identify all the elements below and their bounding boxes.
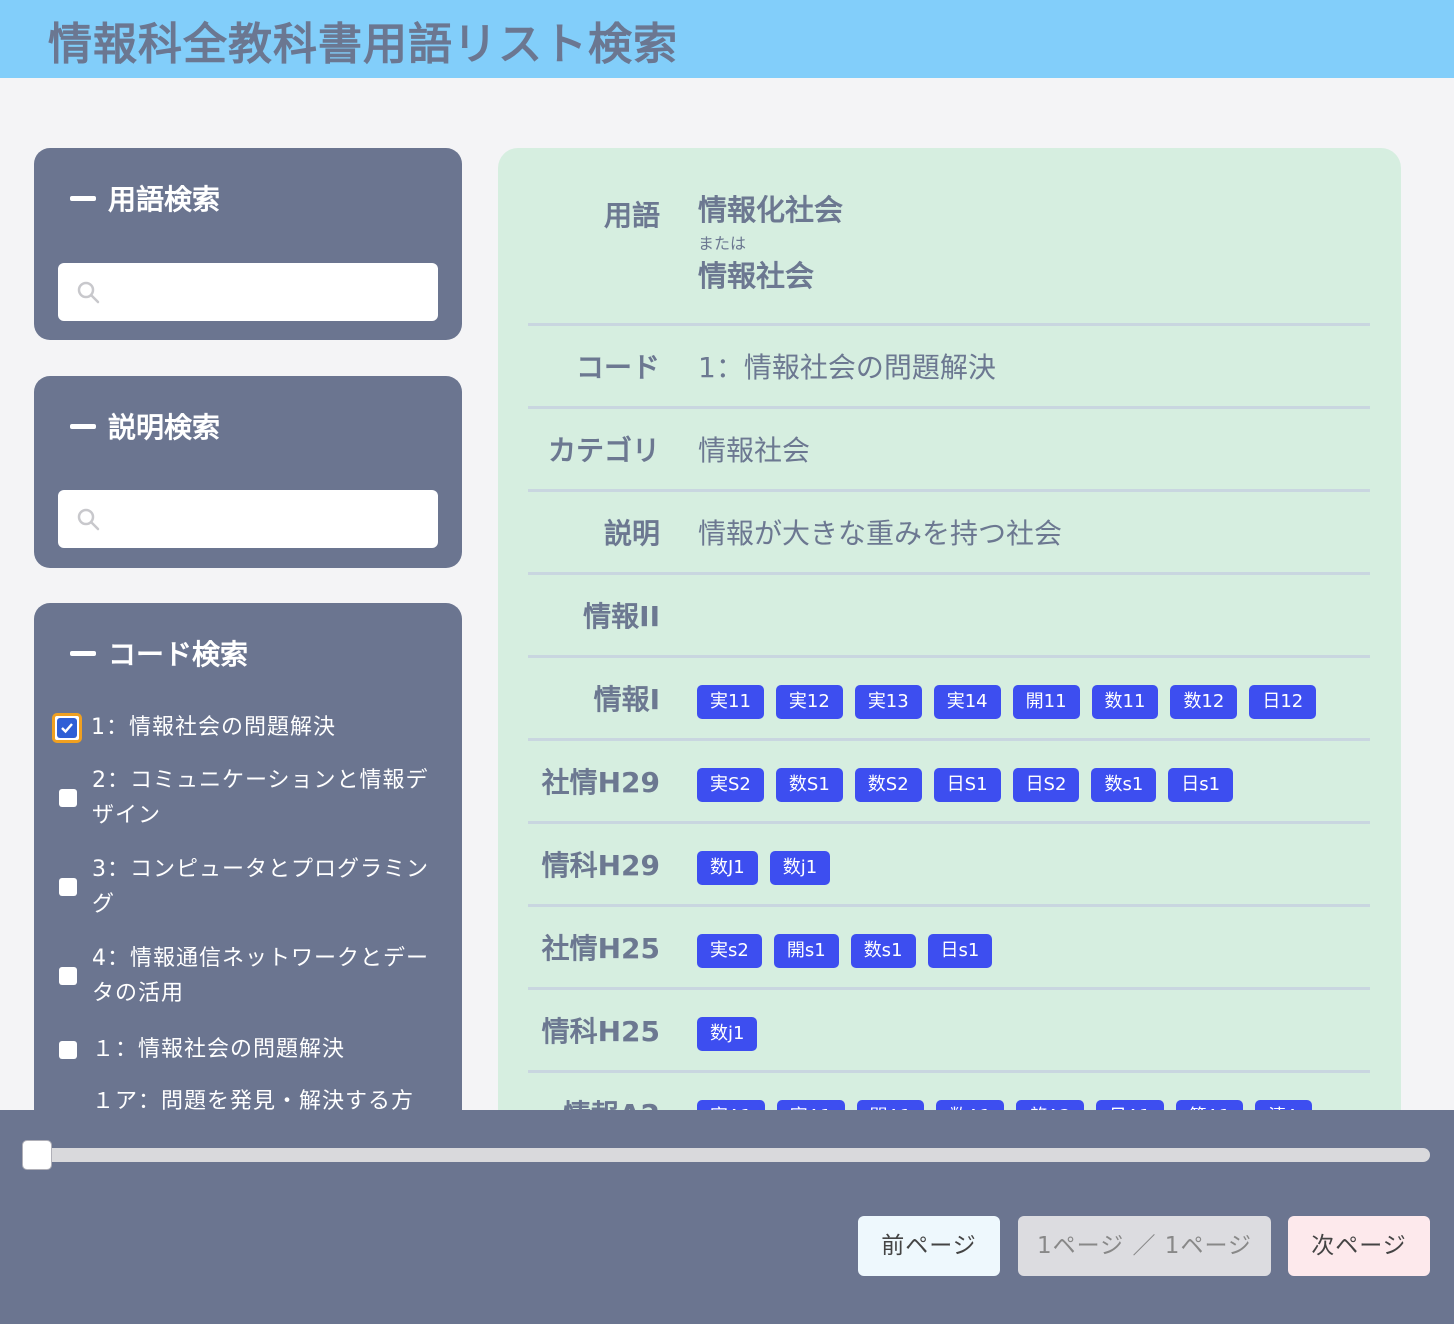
- code-row: コード 1：情報社会の問題解決: [528, 326, 1370, 409]
- textbook-label: 情科H29: [541, 849, 660, 882]
- textbook-tag[interactable]: 日S1: [933, 768, 1001, 802]
- textbook-tag[interactable]: 数j1: [769, 851, 831, 885]
- category-label: カテゴリ: [547, 434, 660, 467]
- textbook-row: 情報I 実11 実12 実13 実14 開11 数11 数12 日12: [528, 658, 1370, 741]
- code-item-2[interactable]: 2：コミュニケーションと情報デザイン: [52, 763, 452, 833]
- code-item-label: 4：情報通信ネットワークとデータの活用: [92, 946, 429, 1006]
- textbook-tag[interactable]: 数S1: [775, 768, 843, 802]
- textbook-tag[interactable]: 数12: [1170, 685, 1238, 719]
- textbook-tags: 数j1: [697, 1017, 758, 1051]
- desc-search-input[interactable]: [58, 490, 438, 548]
- code-search-toggle[interactable]: コード検索: [70, 633, 248, 673]
- textbook-row: 社情H29 実S2 数S1 数S2 日S1 日S2 数s1 日s1: [528, 741, 1370, 824]
- code-item-1[interactable]: 1：情報社会の問題解決: [52, 710, 452, 745]
- code-item-label: 1：情報社会の問題解決: [91, 715, 336, 740]
- desc-search-title: 説明検索: [108, 411, 221, 444]
- textbook-label: 情科H25: [541, 1015, 660, 1048]
- code-item-label: 2：コミュニケーションと情報デザイン: [92, 768, 429, 828]
- textbook-tag[interactable]: 実12: [775, 685, 843, 719]
- checkbox[interactable]: [59, 967, 77, 985]
- checkbox[interactable]: [59, 1040, 77, 1059]
- textbook-tag[interactable]: 開11: [1012, 685, 1080, 719]
- page-indicator: 1ページ ／ 1ページ: [1018, 1216, 1271, 1276]
- textbook-tags: 実S2 数S1 数S2 日S1 日S2 数s1 日s1: [697, 768, 1234, 802]
- term-detail-card: 用語 情報化社会 または 情報社会 コード 1：情報社会の問題解決 カテゴリ 情…: [498, 148, 1401, 1156]
- textbook-label: 社情H25: [541, 932, 660, 965]
- term-or: または: [698, 234, 747, 254]
- desc-search-panel: 説明検索: [34, 376, 462, 568]
- desc-value: 情報が大きな重みを持つ社会: [698, 517, 1063, 550]
- textbook-tag[interactable]: 日s1: [927, 934, 993, 968]
- desc-row: 説明 情報が大きな重みを持つ社会: [528, 492, 1370, 575]
- textbook-tag[interactable]: 実s2: [697, 934, 762, 968]
- textbook-label: 社情H29: [541, 766, 660, 799]
- term-search-panel: 用語検索: [34, 148, 462, 340]
- checkbox[interactable]: [59, 789, 77, 807]
- term-label: 用語: [603, 199, 660, 232]
- category-value: 情報社会: [698, 434, 811, 467]
- term-search-input[interactable]: [58, 263, 438, 321]
- textbook-label: 情報II: [583, 600, 660, 633]
- app-header: 情報科全教科書用語リスト検索: [0, 0, 1454, 78]
- textbook-tags: 実s2 開s1 数s1 日s1: [697, 934, 993, 968]
- textbook-tag[interactable]: 日s1: [1168, 768, 1234, 802]
- term-search-title: 用語検索: [108, 183, 221, 216]
- textbook-tags: 数J1 数j1: [697, 851, 831, 885]
- textbook-tag[interactable]: 数s1: [1091, 768, 1157, 802]
- textbook-tags: 実11 実12 実13 実14 開11 数11 数12 日12: [697, 685, 1317, 719]
- textbook-tag[interactable]: 数J1: [697, 851, 758, 885]
- term-alt: 情報社会: [698, 258, 815, 293]
- textbook-tag[interactable]: 数11: [1091, 685, 1159, 719]
- page-slider-thumb[interactable]: [22, 1140, 52, 1170]
- textbook-tag[interactable]: 数j1: [697, 1017, 758, 1051]
- textbook-row: 情科H25 数j1: [528, 990, 1370, 1073]
- code-search-title: コード検索: [108, 638, 249, 671]
- check-icon: [61, 722, 73, 733]
- textbook-row: 社情H25 実s2 開s1 数s1 日s1: [528, 907, 1370, 990]
- collapse-minus-icon[interactable]: [70, 195, 96, 201]
- checkbox[interactable]: [59, 878, 77, 896]
- collapse-minus-icon[interactable]: [70, 423, 96, 429]
- code-item-label: 3：コンピュータとプログラミング: [92, 857, 429, 917]
- desc-search-toggle[interactable]: 説明検索: [70, 406, 220, 446]
- term-row: 用語 情報化社会 または 情報社会: [528, 148, 1370, 326]
- textbook-row: 情報II: [528, 575, 1370, 658]
- prev-page-button[interactable]: 前ページ: [858, 1216, 1000, 1276]
- search-icon: [77, 508, 100, 531]
- textbook-tag[interactable]: 数s1: [850, 934, 916, 968]
- textbook-tag[interactable]: 開s1: [773, 934, 839, 968]
- page-slider-track[interactable]: [36, 1148, 1430, 1162]
- term-main: 情報化社会: [698, 193, 844, 227]
- textbook-tag[interactable]: 実14: [933, 685, 1001, 719]
- textbook-tag[interactable]: 日S2: [1012, 768, 1080, 802]
- next-page-button[interactable]: 次ページ: [1288, 1216, 1430, 1276]
- textbook-label: 情報I: [593, 683, 660, 716]
- page-title: 情報科全教科書用語リスト検索: [48, 19, 678, 70]
- textbook-row: 情科H29 数J1 数j1: [528, 824, 1370, 907]
- term-search-toggle[interactable]: 用語検索: [70, 178, 220, 218]
- checkbox-checked[interactable]: [52, 712, 82, 743]
- code-value: 1：情報社会の問題解決: [698, 351, 996, 384]
- code-item-3[interactable]: 3：コンピュータとプログラミング: [52, 852, 452, 922]
- code-item-label: １：情報社会の問題解決: [92, 1037, 346, 1062]
- code-label: コード: [575, 351, 660, 384]
- textbook-tag[interactable]: 数S2: [854, 768, 922, 802]
- collapse-minus-icon[interactable]: [70, 650, 96, 656]
- textbook-tag[interactable]: 実S2: [697, 768, 764, 802]
- code-item-4[interactable]: 4：情報通信ネットワークとデータの活用: [52, 941, 452, 1011]
- footer-bar: 前ページ 1ページ ／ 1ページ 次ページ: [0, 1110, 1454, 1324]
- desc-label: 説明: [603, 517, 660, 550]
- category-row: カテゴリ 情報社会: [528, 409, 1370, 492]
- textbook-tag[interactable]: 実13: [854, 685, 922, 719]
- code-item-5[interactable]: １：情報社会の問題解決: [52, 1032, 452, 1067]
- search-icon: [77, 281, 100, 304]
- textbook-tag[interactable]: 日12: [1249, 685, 1317, 719]
- textbook-tag[interactable]: 実11: [697, 685, 764, 719]
